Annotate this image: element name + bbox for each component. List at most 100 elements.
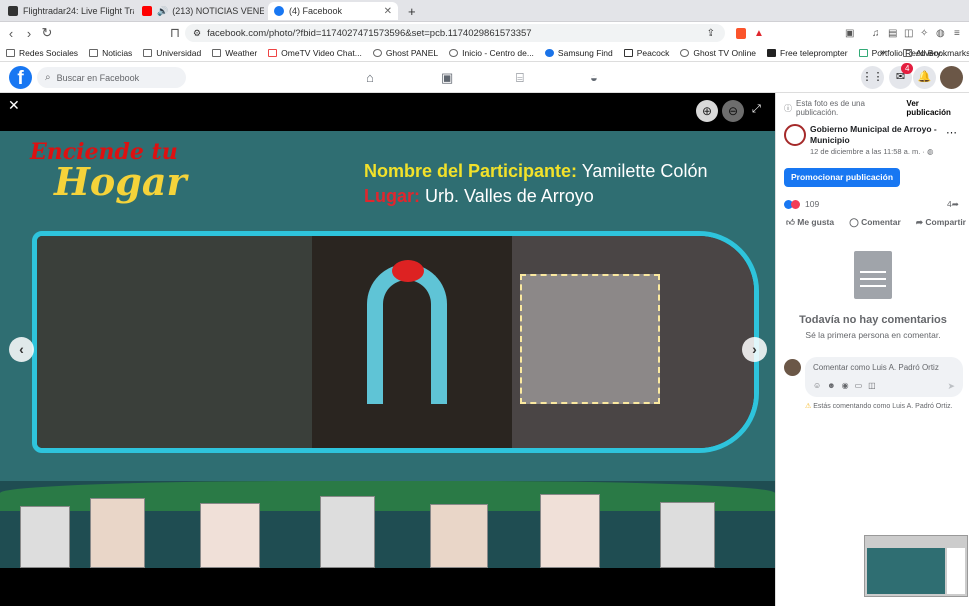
- village-house: [660, 502, 715, 568]
- more-bookmarks-icon[interactable]: »: [880, 47, 886, 58]
- place-value: Urb. Valles de Arroyo: [425, 186, 594, 206]
- share-icon: ➦: [915, 217, 923, 227]
- brave-rewards-icon[interactable]: ▲: [754, 28, 764, 39]
- view-post-link[interactable]: Ver publicación: [906, 99, 964, 117]
- menu-icon[interactable]: ≡: [954, 28, 960, 39]
- village-house: [320, 496, 375, 568]
- previous-photo-button[interactable]: ‹: [9, 337, 34, 362]
- bookmark-label: Ghost PANEL: [385, 47, 439, 58]
- zoom-in-icon[interactable]: ⊕: [696, 100, 718, 122]
- bookmark-ometv[interactable]: OmeTV Video Chat...: [268, 48, 362, 58]
- address-bar[interactable]: ⚙ facebook.com/photo/?fbid=1174027471573…: [185, 24, 725, 42]
- bookmark-icon[interactable]: ⊓: [166, 25, 184, 41]
- promote-post-button[interactable]: Promocionar publicación: [784, 168, 901, 187]
- sidebar-icon[interactable]: ▤: [888, 28, 897, 39]
- home-icon[interactable]: ⌂: [366, 70, 374, 85]
- vpn-icon[interactable]: ◍: [936, 28, 945, 39]
- extension-icon[interactable]: ▣: [845, 28, 854, 39]
- leo-icon[interactable]: ✧: [920, 28, 928, 39]
- more-options-icon[interactable]: ⋯: [946, 126, 957, 139]
- reload-icon[interactable]: ↻: [38, 25, 56, 41]
- notice-text: Esta foto es de una publicación.: [796, 99, 865, 117]
- share-arrow-icon: ➦: [951, 199, 959, 209]
- url-text: facebook.com/photo/?fbid=117402747157359…: [207, 27, 532, 39]
- facebook-logo-icon[interactable]: f: [9, 66, 32, 89]
- back-icon[interactable]: ‹: [2, 26, 20, 41]
- commenting-as-note: ⚠ Estás comentando como Luis A. Padró Or…: [805, 402, 953, 410]
- close-icon[interactable]: ✕: [8, 97, 20, 114]
- notifications-icon[interactable]: 🔔: [913, 66, 936, 89]
- house-center-image: [312, 236, 512, 448]
- commenting-as-text: Estás comentando como Luis A. Padró Orti…: [813, 403, 953, 410]
- bookmark-label: Noticias: [102, 47, 133, 58]
- globe-icon: [449, 48, 459, 57]
- bookmark-redes-sociales[interactable]: Redes Sociales: [6, 48, 78, 58]
- village-house: [20, 506, 70, 568]
- bookmark-samsung-find[interactable]: Samsung Find: [544, 47, 613, 58]
- search-input[interactable]: ⌕ Buscar en Facebook: [37, 67, 186, 88]
- reaction-summary[interactable]: 109: [784, 199, 819, 209]
- thumbnail-preview: [867, 548, 945, 594]
- menu-grid-icon[interactable]: ⋮⋮: [861, 66, 884, 89]
- bookmark-label: Samsung Find: [557, 47, 613, 58]
- flightradar-favicon-icon: [8, 6, 18, 16]
- page-avatar[interactable]: [784, 124, 806, 146]
- enciende-tu-hogar-logo: Enciende tu Hogar: [30, 139, 186, 204]
- globe-icon: ◍: [927, 147, 934, 156]
- fullscreen-icon[interactable]: ⤢: [752, 103, 761, 116]
- gif-icon[interactable]: ▭: [855, 381, 869, 390]
- speaker-icon[interactable]: 🔊: [157, 6, 168, 17]
- share-button[interactable]: ➦ Compartir: [916, 217, 966, 228]
- bookmark-inicio[interactable]: Inicio - Centro de...: [449, 48, 534, 58]
- tab-noticias[interactable]: 🔊 (213) NOTICIAS VENEZUEL: [136, 2, 264, 20]
- send-icon[interactable]: ➤: [947, 381, 955, 392]
- comment-button[interactable]: ◯ Comentar: [849, 217, 901, 228]
- browser-tab-bar: Flightradar24: Live Flight Tracker - 🔊 (…: [0, 0, 969, 22]
- bookmark-noticias[interactable]: Noticias: [89, 48, 132, 58]
- share-icon[interactable]: ⇪: [707, 28, 715, 39]
- bookmark-label: Universidad: [156, 47, 202, 58]
- wallet-icon[interactable]: ◫: [904, 28, 913, 39]
- photo-viewer: ✕ ⊕ ⊖ ⤢ Enciende tu Hogar Nombre del Par…: [0, 93, 775, 606]
- bookmark-label: Redes Sociales: [19, 47, 79, 58]
- sticker-icon[interactable]: ◫: [868, 381, 882, 390]
- messenger-badge: 4: [901, 63, 914, 74]
- like-button[interactable]: 👍︎ Me gusta: [786, 217, 834, 228]
- music-icon[interactable]: ♫: [872, 28, 880, 39]
- post-photo: Enciende tu Hogar Nombre del Participant…: [0, 131, 775, 568]
- place-line: Lugar: Urb. Valles de Arroyo: [364, 186, 594, 207]
- new-tab-button[interactable]: +: [402, 2, 420, 20]
- bookmark-all[interactable]: All Bookmarks: [903, 48, 969, 58]
- red-bow: [392, 260, 424, 282]
- next-photo-button[interactable]: ›: [742, 337, 767, 362]
- tab-flightradar[interactable]: Flightradar24: Live Flight Tracker -: [2, 2, 134, 20]
- bookmark-label: Ghost TV Online: [693, 47, 757, 58]
- page-name-link[interactable]: Gobierno Municipal de Arroyo - Municipio: [810, 124, 945, 146]
- no-comments-subtitle: Sé la primera persona en comentar.: [805, 330, 941, 340]
- zoom-out-icon[interactable]: ⊖: [722, 100, 744, 122]
- close-tab-icon[interactable]: ✕: [378, 6, 392, 17]
- gaming-icon[interactable]: ◒: [590, 70, 598, 85]
- screenshot-thumbnail[interactable]: [864, 535, 968, 597]
- site-info-icon[interactable]: ⚙: [193, 28, 201, 39]
- video-icon[interactable]: ▣: [441, 70, 453, 86]
- brave-shield-icon[interactable]: [736, 27, 746, 39]
- bookmark-ghost-tv[interactable]: Ghost TV Online: [680, 48, 756, 58]
- forward-icon[interactable]: ›: [20, 26, 38, 41]
- tab-facebook[interactable]: (4) Facebook ✕: [268, 2, 398, 20]
- bookmark-teleprompter[interactable]: Free teleprompter: [767, 48, 848, 58]
- bookmarks-bar: Redes Sociales Noticias Universidad Weat…: [0, 44, 969, 62]
- bookmark-peacock[interactable]: Peacock: [623, 48, 669, 58]
- avatar-sticker-icon[interactable]: ☺: [813, 381, 827, 390]
- village-house: [540, 494, 600, 568]
- bookmark-universidad[interactable]: Universidad: [143, 48, 201, 58]
- shares-summary[interactable]: 4➦: [947, 199, 959, 210]
- participant-label: Nombre del Participante:: [364, 161, 578, 181]
- camera-icon[interactable]: ◉: [842, 381, 855, 390]
- bookmark-weather[interactable]: Weather: [212, 48, 257, 58]
- marketplace-icon[interactable]: ⌸: [516, 70, 524, 86]
- comment-input[interactable]: Comentar como Luis A. Padró Ortiz ☺☻◉▭◫ …: [805, 357, 963, 397]
- emoji-icon[interactable]: ☻: [827, 381, 841, 390]
- bookmark-ghost-panel[interactable]: Ghost PANEL: [372, 47, 439, 58]
- profile-avatar[interactable]: [940, 66, 963, 89]
